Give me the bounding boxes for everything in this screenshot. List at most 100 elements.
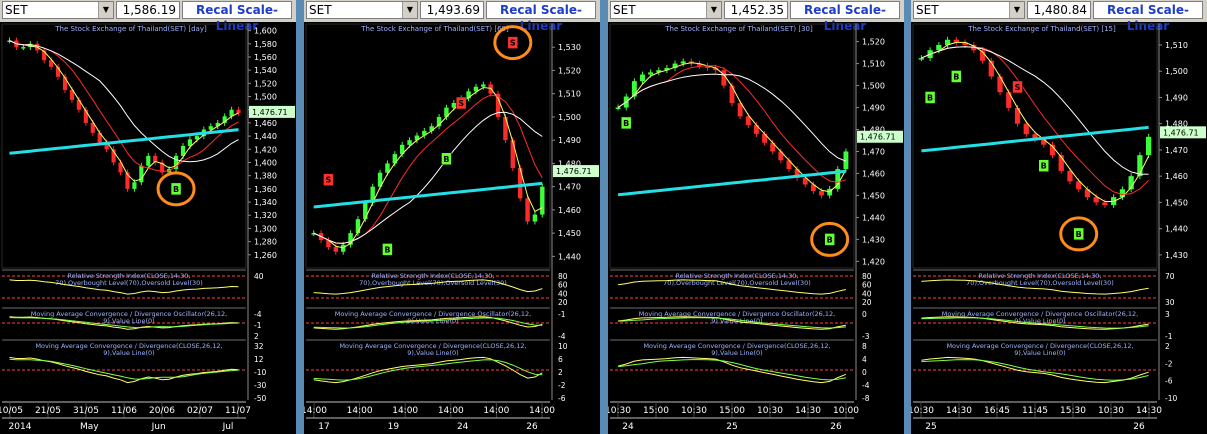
rsi-tick-label: 80 bbox=[862, 272, 872, 281]
time-tick-label: 11/06 bbox=[111, 406, 137, 416]
signal-label: S bbox=[326, 176, 332, 185]
signal-label: B bbox=[827, 235, 833, 244]
price-tick-label: 1,490 bbox=[1165, 93, 1188, 102]
candle-body bbox=[540, 186, 545, 215]
signal-label: B bbox=[384, 245, 390, 254]
macd-oscillator-tick-label: 0 bbox=[862, 310, 867, 319]
time-tick-label: 20/06 bbox=[149, 406, 175, 416]
price-tick-label: 1,460 bbox=[1165, 172, 1188, 181]
candle-body bbox=[208, 126, 213, 130]
price-tick-label: 1,540 bbox=[254, 66, 277, 75]
macd-oscillator-tick-label: -3 bbox=[862, 332, 870, 341]
period-tick-label: 17 bbox=[318, 422, 329, 432]
candle-body bbox=[451, 103, 457, 108]
signal-label: B bbox=[1041, 162, 1047, 171]
macd-label: 9),Value Line(0) bbox=[1014, 349, 1065, 357]
candle-body bbox=[918, 58, 924, 60]
price-tick-label: 1,490 bbox=[558, 136, 581, 145]
macd-oscillator-tick-label: -1 bbox=[254, 321, 262, 330]
time-tick-label: 14:00 bbox=[438, 406, 464, 416]
macd-oscillator-tick-label: -1 bbox=[1165, 332, 1173, 341]
price-tick-label: 1,600 bbox=[254, 27, 277, 36]
macd-tick-label: -30 bbox=[254, 381, 266, 390]
macd-tick-label: 6 bbox=[558, 355, 563, 364]
price-tick-label: 1,460 bbox=[254, 119, 277, 128]
candle-body bbox=[819, 191, 824, 196]
price-tick-label: 1,420 bbox=[254, 145, 277, 154]
period-tick-label: 2014 bbox=[9, 422, 32, 432]
period-tick-label: 19 bbox=[388, 422, 400, 432]
macd-tick-label: 2 bbox=[558, 368, 563, 377]
price-tick-label: 1,440 bbox=[254, 132, 277, 141]
price-tick-label: 1,450 bbox=[558, 229, 581, 238]
time-tick-label: 31/05 bbox=[73, 406, 99, 416]
macd-tick-label: -10 bbox=[254, 368, 266, 377]
chart-svg: The Stock Exchange of Thailand(SET) [day… bbox=[0, 23, 295, 432]
time-tick-label: 14:30 bbox=[946, 406, 972, 416]
period-tick-label: Jun bbox=[151, 422, 166, 432]
macd-tick-label: -2 bbox=[558, 381, 566, 390]
macd-tick-label: -6 bbox=[1165, 377, 1173, 386]
rsi-tick-label: 70 bbox=[1165, 272, 1175, 281]
last-price-label: 1,476.71 bbox=[860, 133, 896, 142]
price-tick-label: 1,470 bbox=[558, 183, 581, 192]
time-tick-label: 10:00 bbox=[833, 406, 859, 416]
period-tick-label: 25 bbox=[925, 422, 936, 432]
macd-label: 9),Value Line(0) bbox=[103, 349, 154, 357]
candle-body bbox=[1146, 136, 1152, 156]
signal-label: S bbox=[510, 39, 516, 48]
signal-label: S bbox=[458, 99, 464, 108]
signal-label: B bbox=[623, 119, 629, 128]
candle-body bbox=[729, 85, 735, 104]
price-tick-label: 1,500 bbox=[558, 113, 581, 122]
signal-label: B bbox=[1076, 230, 1082, 239]
price-tick-label: 1,520 bbox=[862, 38, 885, 47]
price-tick-label: 1,470 bbox=[862, 147, 885, 156]
time-tick-label: 21/05 bbox=[35, 406, 61, 416]
candle-body bbox=[333, 247, 339, 252]
macd-tick-label: -8 bbox=[862, 394, 870, 403]
rsi-tick-label: 40 bbox=[558, 289, 568, 298]
macd-oscillator-tick-label: -1 bbox=[558, 310, 566, 319]
macd-oscillator-tick-label: 2 bbox=[254, 332, 259, 341]
time-tick-label: 11:45 bbox=[1022, 406, 1048, 416]
price-tick-label: 1,440 bbox=[558, 252, 581, 261]
macd-tick-label: 12 bbox=[254, 355, 264, 364]
period-tick-label: 26 bbox=[830, 422, 842, 432]
time-tick-label: 02/07 bbox=[187, 406, 213, 416]
candle-body bbox=[525, 198, 530, 222]
time-tick-label: 15:00 bbox=[643, 406, 669, 416]
time-tick-label: 10:30 bbox=[911, 406, 934, 416]
price-plot-frame bbox=[912, 23, 1158, 269]
price-tick-label: 1,340 bbox=[254, 198, 277, 207]
time-tick-label: 16:45 bbox=[984, 406, 1010, 416]
price-tick-label: 1,440 bbox=[862, 213, 885, 222]
macd-oscillator-tick-label: -4 bbox=[558, 332, 566, 341]
price-tick-label: 1,520 bbox=[254, 79, 277, 88]
price-tick-label: 1,280 bbox=[254, 238, 277, 247]
signal-label: B bbox=[927, 93, 933, 102]
rsi-tick-label: 60 bbox=[862, 281, 872, 290]
ma-mid-line bbox=[313, 94, 543, 244]
price-tick-label: 1,460 bbox=[862, 169, 885, 178]
price-tick-label: 1,490 bbox=[862, 104, 885, 113]
candle-body bbox=[21, 47, 26, 49]
last-price-label: 1,476.71 bbox=[252, 108, 288, 117]
macd-oscillator-tick-label: -4 bbox=[254, 310, 262, 319]
price-tick-label: 1,510 bbox=[1165, 41, 1188, 50]
candle-body bbox=[615, 107, 621, 110]
price-tick-label: 1,400 bbox=[254, 158, 277, 167]
time-tick-label: 14:00 bbox=[392, 406, 418, 416]
rsi-tick-label: 80 bbox=[558, 272, 568, 281]
price-tick-label: 1,320 bbox=[254, 211, 277, 220]
panel-divider bbox=[600, 0, 608, 434]
ma-fast-line bbox=[617, 62, 847, 193]
chart-panel-60: SET ▼ 1,493.69 Recal Scale-Linear The Sto… bbox=[304, 0, 600, 434]
price-tick-label: 1,430 bbox=[1165, 251, 1188, 260]
rsi-tick-label: 20 bbox=[862, 298, 872, 307]
macd-tick-label: -6 bbox=[558, 394, 566, 403]
last-price-label: 1,476.71 bbox=[556, 167, 592, 176]
price-tick-label: 1,260 bbox=[254, 251, 277, 260]
candle-body bbox=[680, 61, 686, 64]
price-tick-label: 1,530 bbox=[558, 43, 581, 52]
